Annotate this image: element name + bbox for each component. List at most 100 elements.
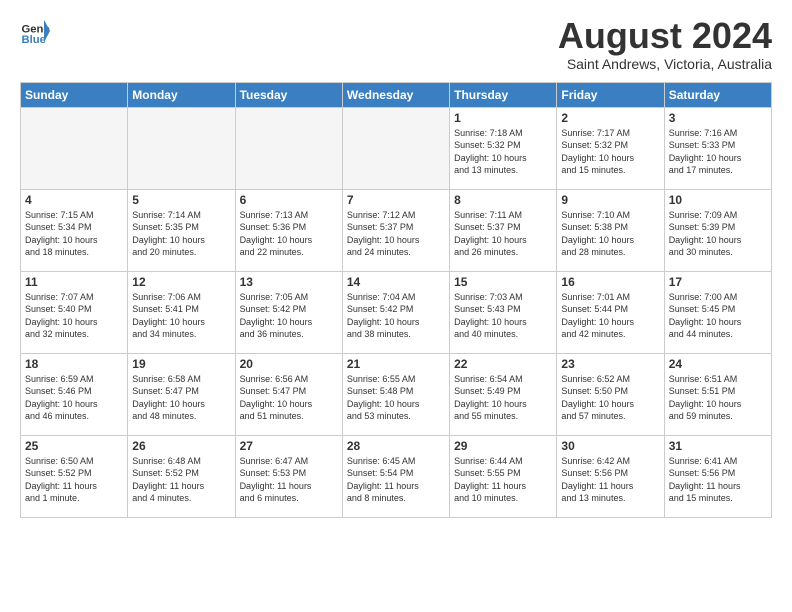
day-info: Sunrise: 7:16 AM Sunset: 5:33 PM Dayligh… bbox=[669, 127, 767, 177]
table-row: 4 Sunrise: 7:15 AM Sunset: 5:34 PM Daylig… bbox=[21, 189, 128, 271]
day-number: 10 bbox=[669, 193, 767, 207]
day-number: 25 bbox=[25, 439, 123, 453]
day-info: Sunrise: 6:42 AM Sunset: 5:56 PM Dayligh… bbox=[561, 455, 659, 505]
month-title: August 2024 bbox=[558, 16, 772, 56]
day-info: Sunrise: 6:47 AM Sunset: 5:53 PM Dayligh… bbox=[240, 455, 338, 505]
day-info: Sunrise: 7:12 AM Sunset: 5:37 PM Dayligh… bbox=[347, 209, 445, 259]
day-info: Sunrise: 7:07 AM Sunset: 5:40 PM Dayligh… bbox=[25, 291, 123, 341]
day-number: 26 bbox=[132, 439, 230, 453]
table-row: 12Sunrise: 7:06 AM Sunset: 5:41 PM Dayli… bbox=[128, 271, 235, 353]
day-info: Sunrise: 7:17 AM Sunset: 5:32 PM Dayligh… bbox=[561, 127, 659, 177]
table-row: 13 Sunrise: 7:05 AM Sunset: 5:42 PM Dayli… bbox=[235, 271, 342, 353]
day-info: Sunrise: 6:48 AM Sunset: 5:52 PM Dayligh… bbox=[132, 455, 230, 505]
table-row: 14 Sunrise: 7:04 AM Sunset: 5:42 PM Dayli… bbox=[342, 271, 449, 353]
col-saturday: Saturday bbox=[664, 82, 771, 107]
table-row: 29Sunrise: 6:44 AM Sunset: 5:55 PM Dayli… bbox=[450, 435, 557, 517]
day-number: 31 bbox=[669, 439, 767, 453]
day-number: 19 bbox=[132, 357, 230, 371]
day-number: 29 bbox=[454, 439, 552, 453]
day-number: 2 bbox=[561, 111, 659, 125]
calendar-header-row: Sunday Monday Tuesday Wednesday Thursday… bbox=[21, 82, 772, 107]
day-info: Sunrise: 7:05 AM Sunset: 5:42 PM Dayligh… bbox=[240, 291, 338, 341]
table-row: 23 Sunrise: 6:52 AM Sunset: 5:50 PM Dayli… bbox=[557, 353, 664, 435]
table-row bbox=[235, 107, 342, 189]
table-row: 30 Sunrise: 6:42 AM Sunset: 5:56 PM Dayli… bbox=[557, 435, 664, 517]
table-row: 10 Sunrise: 7:09 AM Sunset: 5:39 PM Dayli… bbox=[664, 189, 771, 271]
table-row: 11 Sunrise: 7:07 AM Sunset: 5:40 PM Dayli… bbox=[21, 271, 128, 353]
day-info: Sunrise: 6:59 AM Sunset: 5:46 PM Dayligh… bbox=[25, 373, 123, 423]
table-row: 3 Sunrise: 7:16 AM Sunset: 5:33 PM Daylig… bbox=[664, 107, 771, 189]
table-row: 28Sunrise: 6:45 AM Sunset: 5:54 PM Dayli… bbox=[342, 435, 449, 517]
col-monday: Monday bbox=[128, 82, 235, 107]
col-sunday: Sunday bbox=[21, 82, 128, 107]
day-number: 20 bbox=[240, 357, 338, 371]
table-row bbox=[342, 107, 449, 189]
day-number: 23 bbox=[561, 357, 659, 371]
day-number: 11 bbox=[25, 275, 123, 289]
day-info: Sunrise: 7:14 AM Sunset: 5:35 PM Dayligh… bbox=[132, 209, 230, 259]
day-number: 14 bbox=[347, 275, 445, 289]
svg-text:Blue: Blue bbox=[22, 34, 46, 46]
table-row: 31 Sunrise: 6:41 AM Sunset: 5:56 PM Dayli… bbox=[664, 435, 771, 517]
day-info: Sunrise: 7:18 AM Sunset: 5:32 PM Dayligh… bbox=[454, 127, 552, 177]
day-number: 12 bbox=[132, 275, 230, 289]
day-info: Sunrise: 6:58 AM Sunset: 5:47 PM Dayligh… bbox=[132, 373, 230, 423]
table-row: 2 Sunrise: 7:17 AM Sunset: 5:32 PM Daylig… bbox=[557, 107, 664, 189]
header: General Blue August 2024 Saint Andrews, … bbox=[20, 16, 772, 72]
day-info: Sunrise: 7:13 AM Sunset: 5:36 PM Dayligh… bbox=[240, 209, 338, 259]
col-tuesday: Tuesday bbox=[235, 82, 342, 107]
day-number: 24 bbox=[669, 357, 767, 371]
calendar-week-3: 11 Sunrise: 7:07 AM Sunset: 5:40 PM Dayli… bbox=[21, 271, 772, 353]
day-number: 13 bbox=[240, 275, 338, 289]
day-number: 7 bbox=[347, 193, 445, 207]
day-info: Sunrise: 6:41 AM Sunset: 5:56 PM Dayligh… bbox=[669, 455, 767, 505]
logo-icon: General Blue bbox=[20, 16, 50, 46]
table-row: 15 Sunrise: 7:03 AM Sunset: 5:43 PM Dayli… bbox=[450, 271, 557, 353]
table-row: 18 Sunrise: 6:59 AM Sunset: 5:46 PM Dayli… bbox=[21, 353, 128, 435]
day-number: 3 bbox=[669, 111, 767, 125]
day-info: Sunrise: 7:09 AM Sunset: 5:39 PM Dayligh… bbox=[669, 209, 767, 259]
day-info: Sunrise: 7:00 AM Sunset: 5:45 PM Dayligh… bbox=[669, 291, 767, 341]
logo: General Blue bbox=[20, 16, 50, 46]
table-row: 6 Sunrise: 7:13 AM Sunset: 5:36 PM Daylig… bbox=[235, 189, 342, 271]
table-row: 22Sunrise: 6:54 AM Sunset: 5:49 PM Dayli… bbox=[450, 353, 557, 435]
day-info: Sunrise: 7:03 AM Sunset: 5:43 PM Dayligh… bbox=[454, 291, 552, 341]
table-row: 7 Sunrise: 7:12 AM Sunset: 5:37 PM Daylig… bbox=[342, 189, 449, 271]
day-number: 6 bbox=[240, 193, 338, 207]
day-info: Sunrise: 7:11 AM Sunset: 5:37 PM Dayligh… bbox=[454, 209, 552, 259]
day-info: Sunrise: 7:15 AM Sunset: 5:34 PM Dayligh… bbox=[25, 209, 123, 259]
day-number: 21 bbox=[347, 357, 445, 371]
calendar: Sunday Monday Tuesday Wednesday Thursday… bbox=[20, 82, 772, 518]
day-number: 16 bbox=[561, 275, 659, 289]
table-row: 27 Sunrise: 6:47 AM Sunset: 5:53 PM Dayli… bbox=[235, 435, 342, 517]
day-info: Sunrise: 7:01 AM Sunset: 5:44 PM Dayligh… bbox=[561, 291, 659, 341]
table-row: 16 Sunrise: 7:01 AM Sunset: 5:44 PM Dayli… bbox=[557, 271, 664, 353]
table-row: 20 Sunrise: 6:56 AM Sunset: 5:47 PM Dayli… bbox=[235, 353, 342, 435]
day-number: 27 bbox=[240, 439, 338, 453]
day-number: 1 bbox=[454, 111, 552, 125]
calendar-week-5: 25Sunrise: 6:50 AM Sunset: 5:52 PM Dayli… bbox=[21, 435, 772, 517]
day-number: 28 bbox=[347, 439, 445, 453]
table-row: 26 Sunrise: 6:48 AM Sunset: 5:52 PM Dayli… bbox=[128, 435, 235, 517]
day-number: 5 bbox=[132, 193, 230, 207]
day-info: Sunrise: 7:04 AM Sunset: 5:42 PM Dayligh… bbox=[347, 291, 445, 341]
table-row: 5 Sunrise: 7:14 AM Sunset: 5:35 PM Daylig… bbox=[128, 189, 235, 271]
day-number: 15 bbox=[454, 275, 552, 289]
day-info: Sunrise: 6:51 AM Sunset: 5:51 PM Dayligh… bbox=[669, 373, 767, 423]
col-thursday: Thursday bbox=[450, 82, 557, 107]
table-row: 19 Sunrise: 6:58 AM Sunset: 5:47 PM Dayli… bbox=[128, 353, 235, 435]
day-number: 17 bbox=[669, 275, 767, 289]
day-number: 30 bbox=[561, 439, 659, 453]
calendar-week-4: 18 Sunrise: 6:59 AM Sunset: 5:46 PM Dayli… bbox=[21, 353, 772, 435]
day-number: 4 bbox=[25, 193, 123, 207]
day-info: Sunrise: 6:55 AM Sunset: 5:48 PM Dayligh… bbox=[347, 373, 445, 423]
day-number: 18 bbox=[25, 357, 123, 371]
col-friday: Friday bbox=[557, 82, 664, 107]
table-row bbox=[21, 107, 128, 189]
day-info: Sunrise: 6:52 AM Sunset: 5:50 PM Dayligh… bbox=[561, 373, 659, 423]
calendar-week-2: 4 Sunrise: 7:15 AM Sunset: 5:34 PM Daylig… bbox=[21, 189, 772, 271]
table-row: 9Sunrise: 7:10 AM Sunset: 5:38 PM Daylig… bbox=[557, 189, 664, 271]
title-area: August 2024 Saint Andrews, Victoria, Aus… bbox=[558, 16, 772, 72]
table-row: 17 Sunrise: 7:00 AM Sunset: 5:45 PM Dayli… bbox=[664, 271, 771, 353]
day-info: Sunrise: 6:56 AM Sunset: 5:47 PM Dayligh… bbox=[240, 373, 338, 423]
